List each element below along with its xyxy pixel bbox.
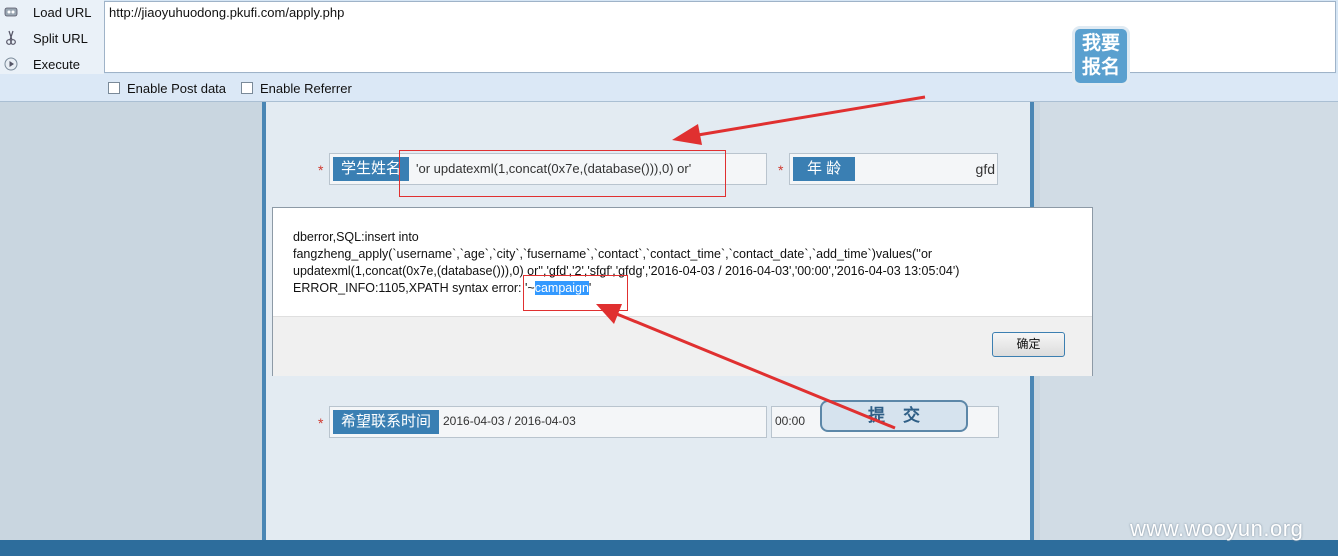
age-value: gfd <box>975 161 995 177</box>
dialog-error-line: ERROR_INFO:1105,XPATH syntax error: '~ca… <box>293 280 1083 297</box>
required-mark: * <box>318 415 324 431</box>
age-field[interactable]: 年 龄 gfd <box>789 153 998 185</box>
contact-date-value: 2016-04-03 / 2016-04-03 <box>443 414 576 428</box>
ok-button[interactable]: 确定 <box>992 332 1065 357</box>
dialog-line: dberror,SQL:insert into <box>293 230 419 244</box>
load-url-label: Load URL <box>33 4 92 20</box>
contact-time-value: 00:00 <box>775 414 806 428</box>
contact-time-label: 希望联系时间 <box>333 410 440 434</box>
enable-referrer-label: Enable Referrer <box>260 81 352 96</box>
dialog-footer: 确定 <box>273 316 1092 376</box>
hackbar-options: Enable Post data Enable Referrer <box>0 74 1338 102</box>
enable-post-checkbox[interactable] <box>108 82 120 94</box>
enable-post-label: Enable Post data <box>127 81 227 96</box>
signup-badge[interactable]: 我要 报名 <box>1072 26 1130 86</box>
load-url-button[interactable]: Load URL <box>0 0 104 24</box>
dialog-line: updatexml(1,concat(0x7e,(database())),0)… <box>293 264 960 278</box>
load-url-icon <box>4 5 18 19</box>
required-mark: * <box>318 162 324 178</box>
dialog-message: dberror,SQL:insert into fangzheng_apply(… <box>293 229 1083 297</box>
hackbar-actions: Load URL Split URL Execute <box>0 0 104 74</box>
age-label: 年 龄 <box>793 157 856 181</box>
annotation-box-payload <box>399 150 726 197</box>
submit-button[interactable]: 提交 <box>820 400 968 432</box>
hackbar-toolbar: Load URL Split URL Execute http://jiaoyu… <box>0 0 1338 102</box>
page-footer-bar <box>0 540 1338 556</box>
play-icon <box>4 57 18 71</box>
error-prefix: ERROR_INFO:1105,XPATH syntax error: '~ <box>293 281 535 295</box>
scissors-icon <box>4 30 18 45</box>
url-text: http://jiaoyuhuodong.pkufi.com/apply.php <box>109 5 345 20</box>
watermark: www.wooyun.org <box>1130 516 1304 541</box>
enable-referrer-checkbox[interactable] <box>241 82 253 94</box>
annotation-box-result <box>523 275 628 311</box>
contact-date-field[interactable]: 希望联系时间 2016-04-03 / 2016-04-03 <box>329 406 767 438</box>
signup-badge-text: 我要 报名 <box>1081 33 1120 78</box>
required-mark: * <box>778 162 784 178</box>
alert-dialog: dberror,SQL:insert into fangzheng_apply(… <box>272 207 1093 376</box>
execute-label: Execute <box>33 56 80 72</box>
split-url-button[interactable]: Split URL <box>0 26 104 50</box>
execute-button[interactable]: Execute <box>0 52 104 76</box>
split-url-label: Split URL <box>33 30 88 46</box>
url-textarea[interactable]: http://jiaoyuhuodong.pkufi.com/apply.php <box>104 1 1336 73</box>
student-name-label: 学生姓名 <box>333 157 410 181</box>
dialog-line: fangzheng_apply(`username`,`age`,`city`,… <box>293 247 933 261</box>
